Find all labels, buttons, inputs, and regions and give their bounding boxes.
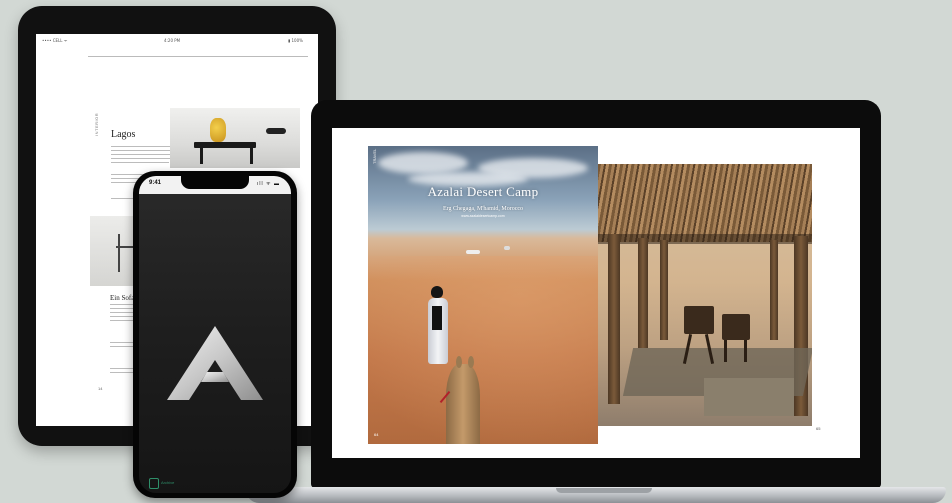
text-line xyxy=(111,162,169,163)
phone-notch xyxy=(181,176,249,189)
app-logo-a-icon xyxy=(167,326,263,400)
desert-page-title: Azalai Desert Camp xyxy=(427,184,539,199)
archive-badge-label: Archive xyxy=(161,480,175,485)
laptop-screen: TRAVEL Azalai Desert Camp Erg Chegaga, M… xyxy=(332,128,860,458)
roof-shadow xyxy=(598,234,812,244)
desert-page-number: 64 xyxy=(374,432,379,437)
tablet-status-time: 4:20 PM xyxy=(164,38,181,43)
director-chair xyxy=(684,306,714,334)
wood-post xyxy=(660,240,668,340)
tablet-status-left: •••• CELL ᯤ xyxy=(42,38,68,43)
laptop-opening-notch xyxy=(556,488,652,493)
chair-leg xyxy=(744,340,747,362)
director-chair xyxy=(722,314,750,340)
text-line xyxy=(111,146,171,147)
thatched-hut-photo xyxy=(598,164,812,426)
vase-shape xyxy=(210,118,226,142)
chair-frame xyxy=(118,234,120,272)
signal-wifi-battery-icon: ıll ᯤ ▬ xyxy=(257,181,280,187)
thatched-roof xyxy=(598,164,812,242)
desert-side-label: TRAVEL xyxy=(372,148,377,164)
wood-post xyxy=(770,240,778,340)
person-scarf xyxy=(432,306,442,330)
phone-screen: 9:41 ıll ᯤ ▬ A Archive xyxy=(139,176,291,493)
hut-page-number: 65 xyxy=(816,426,821,431)
table-leg xyxy=(200,148,203,164)
person-head xyxy=(431,286,443,298)
wood-post xyxy=(638,238,648,348)
phone-device: 9:41 ıll ᯤ ▬ A Archive xyxy=(133,171,297,498)
archive-badge-icon xyxy=(149,478,159,489)
tent xyxy=(466,250,480,254)
table-shape xyxy=(194,142,256,148)
table-leg xyxy=(250,148,253,164)
camel-head xyxy=(446,364,480,444)
tent xyxy=(504,246,510,250)
cloud xyxy=(378,152,468,174)
desert-page-subtitle: Erg Chegaga, M'hamid, Morocco xyxy=(442,206,524,212)
desert-camp-photo: TRAVEL Azalai Desert Camp Erg Chegaga, M… xyxy=(368,146,598,444)
text-line xyxy=(111,154,177,155)
phone-time: 9:41 xyxy=(149,180,162,186)
camel-ear xyxy=(468,356,474,368)
laptop-device: TRAVEL Azalai Desert Camp Erg Chegaga, M… xyxy=(311,100,881,488)
tablet-heading-2: Ein Sofa xyxy=(110,294,135,302)
chair-leg xyxy=(724,340,727,362)
tablet-heading-1: Lagos xyxy=(111,129,136,140)
tablet-status-battery: ▮ 100% xyxy=(288,38,303,43)
desert-page-url: www.azalaidesertcamp.com xyxy=(461,214,505,218)
floor-rug xyxy=(704,378,794,416)
tablet-top-rule xyxy=(88,56,308,57)
lamp-shape xyxy=(266,128,286,134)
dune xyxy=(368,256,598,444)
tablet-photo-table xyxy=(170,108,300,168)
wood-post xyxy=(608,234,620,404)
tablet-side-label: INTERIOR xyxy=(94,112,99,136)
tablet-page-number: 14 xyxy=(98,386,103,391)
camel-ear xyxy=(456,356,462,368)
